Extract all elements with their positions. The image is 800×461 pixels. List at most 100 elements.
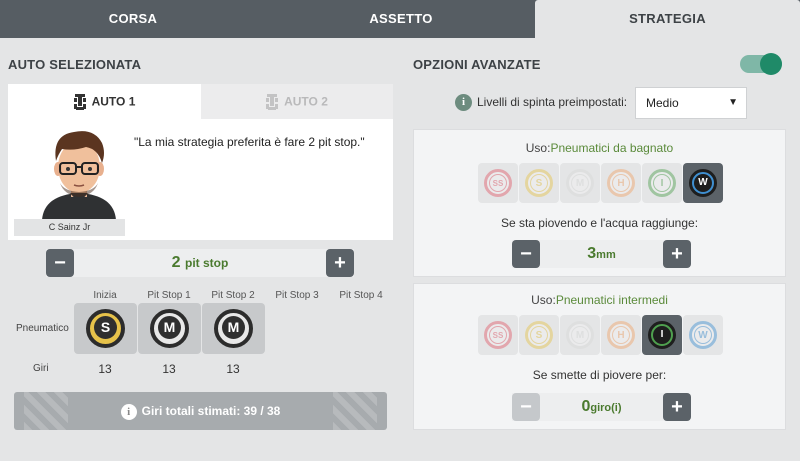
car-1-label: AUTO 1 bbox=[91, 94, 136, 109]
chevron-down-icon: ▼ bbox=[728, 97, 738, 108]
total-laps-bar: i Giri totali stimati: 39 / 38 bbox=[14, 392, 387, 430]
pit-stop-unit: pit stop bbox=[185, 256, 229, 270]
title-prefix: Uso: bbox=[531, 293, 556, 307]
wet-value: 3mm bbox=[540, 240, 663, 269]
preset-value: Medio bbox=[646, 96, 679, 110]
driver-avatar bbox=[42, 131, 116, 220]
wet-tyres-title: Uso:Pneumatici da bagnato bbox=[414, 141, 785, 155]
tyre-intermediate-icon: I bbox=[648, 321, 676, 349]
tyre-option-soft[interactable]: S bbox=[519, 315, 559, 355]
stint-tyre-card[interactable]: M bbox=[138, 303, 201, 354]
stint-header: Pit Stop 2 bbox=[211, 290, 255, 301]
tyre-letter: H bbox=[612, 174, 630, 192]
value-unit: giro(i) bbox=[590, 402, 622, 414]
stint-header: Pit Stop 4 bbox=[339, 290, 383, 301]
inter-condition-text: Se smette di piovere per: bbox=[532, 368, 667, 382]
tab-car-1[interactable]: AUTO 1 bbox=[8, 84, 201, 119]
tyre-letter: SS bbox=[489, 326, 507, 344]
value-number: 3 bbox=[587, 245, 597, 262]
tyre-medium-icon: M bbox=[214, 309, 253, 348]
pit-stop-count: 2 pit stop bbox=[74, 249, 326, 277]
tyre-soft-icon: S bbox=[525, 321, 553, 349]
tyre-option-intermediate[interactable]: I bbox=[642, 163, 682, 203]
tyre-option-supersoft[interactable]: SS bbox=[478, 315, 518, 355]
toggle-knob bbox=[760, 53, 782, 75]
stint-laps: 13 bbox=[98, 362, 112, 376]
tab-assetto[interactable]: ASSETTO bbox=[268, 0, 534, 38]
tyre-option-medium[interactable]: M bbox=[560, 315, 600, 355]
tyre-wet-icon: W bbox=[689, 169, 717, 197]
wet-condition-text: Se sta piovendo e l'acqua raggiunge: bbox=[500, 216, 699, 230]
wet-tyres-box: Uso:Pneumatici da bagnato SS S M H I W Se sta… bbox=[413, 129, 786, 277]
tab-car-2[interactable]: AUTO 2 bbox=[201, 84, 393, 119]
tyre-option-wet[interactable]: W bbox=[683, 315, 723, 355]
inter-plus-button[interactable]: + bbox=[663, 393, 691, 421]
stint-header: Pit Stop 3 bbox=[275, 290, 319, 301]
stint-header: Inizia bbox=[93, 290, 117, 301]
tyre-option-hard[interactable]: H bbox=[601, 315, 641, 355]
total-laps-label: Giri totali stimati: 39 / 38 bbox=[141, 404, 281, 418]
pit-stop-value: 2 bbox=[171, 254, 181, 271]
info-icon[interactable]: i bbox=[455, 94, 472, 111]
tyre-letter: W bbox=[694, 326, 712, 344]
stint-tyre-card[interactable]: M bbox=[202, 303, 265, 354]
tyre-hard-icon: H bbox=[607, 169, 635, 197]
tyre-medium-icon: M bbox=[566, 321, 594, 349]
tyre-medium-icon: M bbox=[150, 309, 189, 348]
tyre-soft-icon: S bbox=[525, 169, 553, 197]
tyre-soft-icon: S bbox=[86, 309, 125, 348]
tyre-option-medium[interactable]: M bbox=[560, 163, 600, 203]
tyre-intermediate-icon: I bbox=[648, 169, 676, 197]
stint-laps: 13 bbox=[162, 362, 176, 376]
tyre-option-soft[interactable]: S bbox=[519, 163, 559, 203]
pit-stop-plus-button[interactable]: + bbox=[326, 249, 354, 277]
stint-header: Pit Stop 1 bbox=[147, 290, 191, 301]
tyre-option-wet[interactable]: W bbox=[683, 163, 723, 203]
tyre-letter: M bbox=[222, 316, 245, 339]
wet-tyre-options: SS S M H I W bbox=[478, 163, 723, 203]
car-icon bbox=[73, 93, 86, 110]
wet-plus-button[interactable]: + bbox=[663, 240, 691, 268]
tyre-option-supersoft[interactable]: SS bbox=[478, 163, 518, 203]
tab-strategia[interactable]: STRATEGIA bbox=[535, 0, 800, 38]
tyre-supersoft-icon: SS bbox=[484, 321, 512, 349]
tyre-letter: SS bbox=[489, 174, 507, 192]
total-laps-text: i Giri totali stimati: 39 / 38 bbox=[14, 392, 387, 430]
tyre-option-hard[interactable]: H bbox=[601, 163, 641, 203]
laps-row-label: Giri bbox=[33, 363, 49, 374]
tyre-letter: S bbox=[530, 326, 548, 344]
preset-label: Livelli di spinta preimpostati: bbox=[477, 95, 628, 109]
tyre-hard-icon: H bbox=[607, 321, 635, 349]
title-highlight: Pneumatici da bagnato bbox=[550, 141, 674, 155]
tyre-row-label: Pneumatico bbox=[16, 323, 69, 334]
top-tab-bar: CORSA ASSETTO STRATEGIA bbox=[0, 0, 800, 38]
driver-name: C Sainz Jr bbox=[14, 219, 125, 236]
tyre-letter: M bbox=[158, 316, 181, 339]
tyre-option-intermediate[interactable]: I bbox=[642, 315, 682, 355]
intermediate-tyres-title: Uso:Pneumatici intermedi bbox=[414, 293, 785, 307]
car-icon bbox=[266, 93, 279, 110]
tyre-letter: M bbox=[571, 326, 589, 344]
stint-tyre-card[interactable]: S bbox=[74, 303, 137, 354]
driver-quote: "La mia strategia preferita è fare 2 pit… bbox=[134, 135, 365, 149]
advanced-options-toggle[interactable] bbox=[740, 53, 782, 75]
title-prefix: Uso: bbox=[525, 141, 551, 155]
pit-stop-minus-button[interactable]: − bbox=[46, 249, 74, 277]
tyre-letter: S bbox=[94, 316, 117, 339]
tab-corsa[interactable]: CORSA bbox=[0, 0, 266, 38]
wet-minus-button[interactable]: − bbox=[512, 240, 540, 268]
car-2-label: AUTO 2 bbox=[284, 94, 328, 109]
intermediate-tyres-box: Uso:Pneumatici intermedi SS S M H I W Se smet… bbox=[413, 283, 786, 430]
inter-minus-button[interactable]: − bbox=[512, 393, 540, 421]
stint-laps: 13 bbox=[226, 362, 240, 376]
tyre-letter: I bbox=[653, 174, 671, 192]
tyre-wet-icon: W bbox=[689, 321, 717, 349]
advanced-options-title: OPZIONI AVANZATE bbox=[413, 57, 541, 72]
info-icon: i bbox=[120, 403, 137, 420]
intermediate-tyre-options: SS S M H I W bbox=[478, 315, 723, 355]
tyre-letter: I bbox=[653, 326, 671, 344]
selected-car-title: AUTO SELEZIONATA bbox=[8, 57, 142, 72]
preset-select[interactable]: Medio ▼ bbox=[635, 87, 747, 119]
tyre-medium-icon: M bbox=[566, 169, 594, 197]
tyre-letter: M bbox=[571, 174, 589, 192]
